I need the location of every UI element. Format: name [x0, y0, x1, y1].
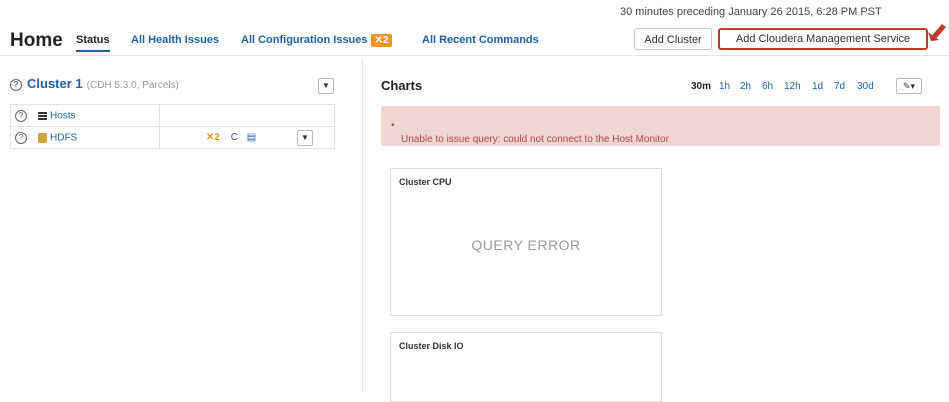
tab-all-recent-commands[interactable]: All Recent Commands — [422, 34, 539, 46]
chart-title: Cluster Disk IO — [399, 341, 464, 351]
tab-all-configuration-issues[interactable]: All Configuration Issues ✕2 — [241, 34, 393, 47]
page-title: Home — [10, 30, 63, 51]
document-icon[interactable]: ▤ — [247, 132, 256, 143]
cluster-name-link[interactable]: Cluster 1 — [27, 76, 83, 91]
config-issues-badge: ✕2 — [370, 34, 393, 47]
time-range-30m[interactable]: 30m — [691, 81, 711, 92]
error-banner: • Unable to issue query: could not conne… — [381, 106, 940, 146]
query-error-text: QUERY ERROR — [471, 237, 581, 253]
hdfs-link[interactable]: HDFS — [50, 132, 77, 143]
table-row: ? HDFS ✕2 C ▤ ▼ — [10, 126, 335, 149]
edit-charts-icon[interactable]: ✎▾ — [896, 78, 922, 94]
chart-card-cluster-cpu: Cluster CPU QUERY ERROR — [390, 168, 662, 316]
help-icon[interactable]: ? — [10, 78, 22, 91]
time-range-2h[interactable]: 2h — [740, 81, 751, 92]
services-table: ? Hosts ? HDFS ✕2 C ▤ ▼ — [10, 104, 335, 149]
hdfs-config-issues-badge[interactable]: ✕2 — [206, 132, 220, 143]
header-divider — [0, 55, 949, 56]
time-range-1h[interactable]: 1h — [719, 81, 730, 92]
annotation-arrow-icon — [928, 24, 946, 41]
tab-label: All Configuration Issues — [241, 34, 368, 46]
table-row: ? Hosts — [10, 104, 335, 127]
time-range-label: 30 minutes preceding January 26 2015, 6:… — [620, 6, 882, 18]
hosts-link[interactable]: Hosts — [50, 110, 76, 121]
error-message: • Unable to issue query: could not conne… — [391, 120, 669, 145]
chart-title: Cluster CPU — [399, 177, 452, 187]
help-icon[interactable]: ? — [15, 131, 27, 144]
help-icon[interactable]: ? — [15, 109, 27, 122]
tab-status[interactable]: Status — [76, 34, 110, 52]
tab-all-health-issues[interactable]: All Health Issues — [131, 34, 219, 46]
time-range-7d[interactable]: 7d — [834, 81, 845, 92]
cluster-details: (CDH 5.3.0, Parcels) — [86, 80, 179, 91]
add-cloudera-management-service-button[interactable]: Add Cloudera Management Service — [718, 28, 928, 50]
cluster-header: ? Cluster 1 (CDH 5.3.0, Parcels) — [10, 76, 179, 91]
add-cluster-button[interactable]: Add Cluster — [634, 28, 712, 50]
time-range-6h[interactable]: 6h — [762, 81, 773, 92]
hdfs-icon — [38, 132, 47, 143]
time-range-12h[interactable]: 12h — [784, 81, 801, 92]
time-range-1d[interactable]: 1d — [812, 81, 823, 92]
cluster-actions-dropdown[interactable]: ▼ — [318, 78, 334, 94]
restart-icon[interactable]: C — [231, 132, 238, 143]
panel-divider — [362, 58, 363, 392]
hosts-icon — [38, 111, 47, 120]
charts-title: Charts — [381, 78, 423, 93]
time-range-30d[interactable]: 30d — [857, 81, 874, 92]
hdfs-actions-dropdown[interactable]: ▼ — [296, 129, 313, 146]
